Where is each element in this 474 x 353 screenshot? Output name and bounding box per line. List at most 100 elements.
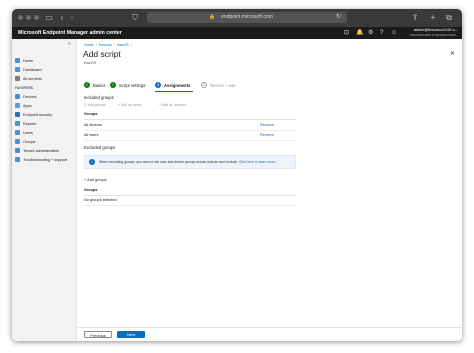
sidebar-item-label: Troubleshooting + support xyxy=(23,158,68,162)
share-icon[interactable]: ⇪ xyxy=(410,12,420,24)
forward-icon[interactable]: › xyxy=(68,12,76,24)
learn-more-link[interactable]: Click here to learn more. xyxy=(239,160,276,164)
sidebar-item-label: Home xyxy=(23,59,34,63)
sidebar-toggle-icon[interactable]: ▭ xyxy=(44,12,54,24)
main-panel: Home › Devices › macOS › Add script macOS ✕ ✓… xyxy=(77,39,462,341)
info-text: When excluding groups, you cannot mix us… xyxy=(99,160,276,164)
wizard-footer: Previous Next xyxy=(77,327,462,341)
step-complete-icon: ✓ xyxy=(110,82,116,88)
breadcrumb: Home › Devices › macOS › xyxy=(84,43,132,47)
sidebar-item-devices[interactable]: Devices xyxy=(12,93,76,101)
sidebar-item-troubleshooting-support[interactable]: Troubleshooting + support xyxy=(12,156,76,164)
minimize-window-icon[interactable] xyxy=(26,15,31,20)
remove-link[interactable]: Remove xyxy=(260,121,274,130)
sidebar: « Home Dashboard All services FAVORITES Devi… xyxy=(12,39,77,341)
add-all-devices-button[interactable]: + Add all devices xyxy=(159,103,186,107)
next-button[interactable]: Next xyxy=(117,331,145,338)
settings-icon[interactable]: ⚙ xyxy=(368,27,373,39)
sidebar-item-apps[interactable]: Apps xyxy=(12,102,76,110)
breadcrumb-home[interactable]: Home xyxy=(84,43,94,47)
group-name: All users xyxy=(84,133,99,137)
sidebar-item-label: Users xyxy=(23,131,33,135)
info-banner: i When excluding groups, you cannot mix … xyxy=(84,155,296,169)
step-label: Review + add xyxy=(210,83,236,88)
table-row: All users Remove xyxy=(84,131,296,141)
sidebar-item-dashboard[interactable]: Dashboard xyxy=(12,66,76,74)
sidebar-item-label: Tenant administration xyxy=(23,149,60,153)
devices-icon xyxy=(15,94,20,99)
address-bar[interactable]: 🔒 endpoint.microsoft.com ↻ xyxy=(147,12,347,23)
wrench-icon xyxy=(15,157,20,162)
sidebar-item-endpoint-security[interactable]: Endpoint security xyxy=(12,111,76,119)
portal-title: Microsoft Endpoint Manager admin center xyxy=(18,30,122,36)
sidebar-item-users[interactable]: Users xyxy=(12,129,76,137)
previous-button[interactable]: Previous xyxy=(84,331,112,338)
page-subtitle: macOS xyxy=(84,61,96,65)
notifications-icon[interactable]: 🔔 xyxy=(356,27,363,39)
reports-icon xyxy=(15,121,20,126)
back-icon[interactable]: ‹ xyxy=(58,12,66,24)
dashboard-icon xyxy=(15,67,20,72)
account-menu[interactable]: admin@thecrisco2020.o... THECRISCOENT (T… xyxy=(409,28,458,37)
portal-header: Microsoft Endpoint Manager admin center … xyxy=(12,27,462,39)
feedback-icon[interactable]: ⊡ xyxy=(344,27,349,39)
close-window-icon[interactable] xyxy=(18,15,23,20)
reload-icon[interactable]: ↻ xyxy=(336,12,341,23)
new-tab-icon[interactable]: + xyxy=(428,12,438,24)
browser-window: ▭ ‹ › ⛉ 🔒 endpoint.microsoft.com ↻ ⇪ + ⧉… xyxy=(12,9,462,341)
grid-icon xyxy=(15,76,20,81)
sidebar-item-reports[interactable]: Reports xyxy=(12,120,76,128)
home-icon xyxy=(15,58,20,63)
included-groups-heading: Included groups xyxy=(84,95,114,100)
sidebar-item-label: Apps xyxy=(23,104,32,108)
help-icon[interactable]: ? xyxy=(380,27,383,39)
sidebar-item-all-services[interactable]: All services xyxy=(12,75,76,83)
sidebar-item-label: Reports xyxy=(23,122,37,126)
breadcrumb-devices[interactable]: Devices xyxy=(99,43,112,47)
sidebar-item-tenant-administration[interactable]: Tenant administration xyxy=(12,147,76,155)
table-header-groups: Groups xyxy=(84,110,296,120)
step-label: Script settings xyxy=(119,83,146,88)
sidebar-item-label: Groups xyxy=(23,140,36,144)
page-title: Add script xyxy=(83,49,121,59)
groups-icon xyxy=(15,139,20,144)
table-row: All devices Remove xyxy=(84,121,296,131)
browser-toolbar: ▭ ‹ › ⛉ 🔒 endpoint.microsoft.com ↻ ⇪ + ⧉ xyxy=(12,9,462,27)
shield-icon xyxy=(15,112,20,117)
sidebar-item-label: FAVORITES xyxy=(15,86,33,90)
shield-icon[interactable]: ⛉ xyxy=(130,12,140,24)
info-icon: i xyxy=(89,159,95,165)
remove-link[interactable]: Remove xyxy=(260,131,274,140)
empty-row: No groups selected xyxy=(84,196,296,206)
sidebar-item-label: Endpoint security xyxy=(23,113,53,117)
step-label: Basics xyxy=(93,83,106,88)
sidebar-section-favorites: FAVORITES xyxy=(12,84,76,92)
smiley-icon[interactable]: ☺ xyxy=(391,27,397,39)
close-icon[interactable]: ✕ xyxy=(450,50,455,57)
step-number: 4 xyxy=(201,82,207,88)
add-all-users-button[interactable]: + Add all users xyxy=(118,103,142,107)
url-text: endpoint.microsoft.com xyxy=(221,14,273,20)
excluded-groups-heading: Excluded groups xyxy=(84,145,116,150)
add-excluded-groups-button[interactable]: + Add groups xyxy=(84,178,107,182)
tenant-icon xyxy=(15,148,20,153)
group-name: All devices xyxy=(84,123,103,127)
step-number: 3 xyxy=(155,82,161,88)
apps-icon xyxy=(15,103,20,108)
step-label: Assignments xyxy=(164,83,191,88)
table-header-groups: Groups xyxy=(84,186,296,196)
add-groups-button[interactable]: ⚲ Add groups xyxy=(84,103,106,107)
current-step-underline xyxy=(155,91,193,92)
tabs-icon[interactable]: ⧉ xyxy=(444,12,454,24)
user-icon xyxy=(15,130,20,135)
sidebar-item-label: Dashboard xyxy=(23,68,42,72)
sidebar-item-groups[interactable]: Groups xyxy=(12,138,76,146)
zoom-window-icon[interactable] xyxy=(34,15,39,20)
breadcrumb-macos[interactable]: macOS xyxy=(117,43,129,47)
sidebar-item-home[interactable]: Home xyxy=(12,57,76,65)
step-complete-icon: ✓ xyxy=(84,82,90,88)
sidebar-item-label: Devices xyxy=(23,95,37,99)
sidebar-item-label: All services xyxy=(23,77,43,81)
collapse-sidebar-icon[interactable]: « xyxy=(68,41,71,47)
account-org: THECRISCOENT (THECRISCO2020... xyxy=(409,33,458,37)
